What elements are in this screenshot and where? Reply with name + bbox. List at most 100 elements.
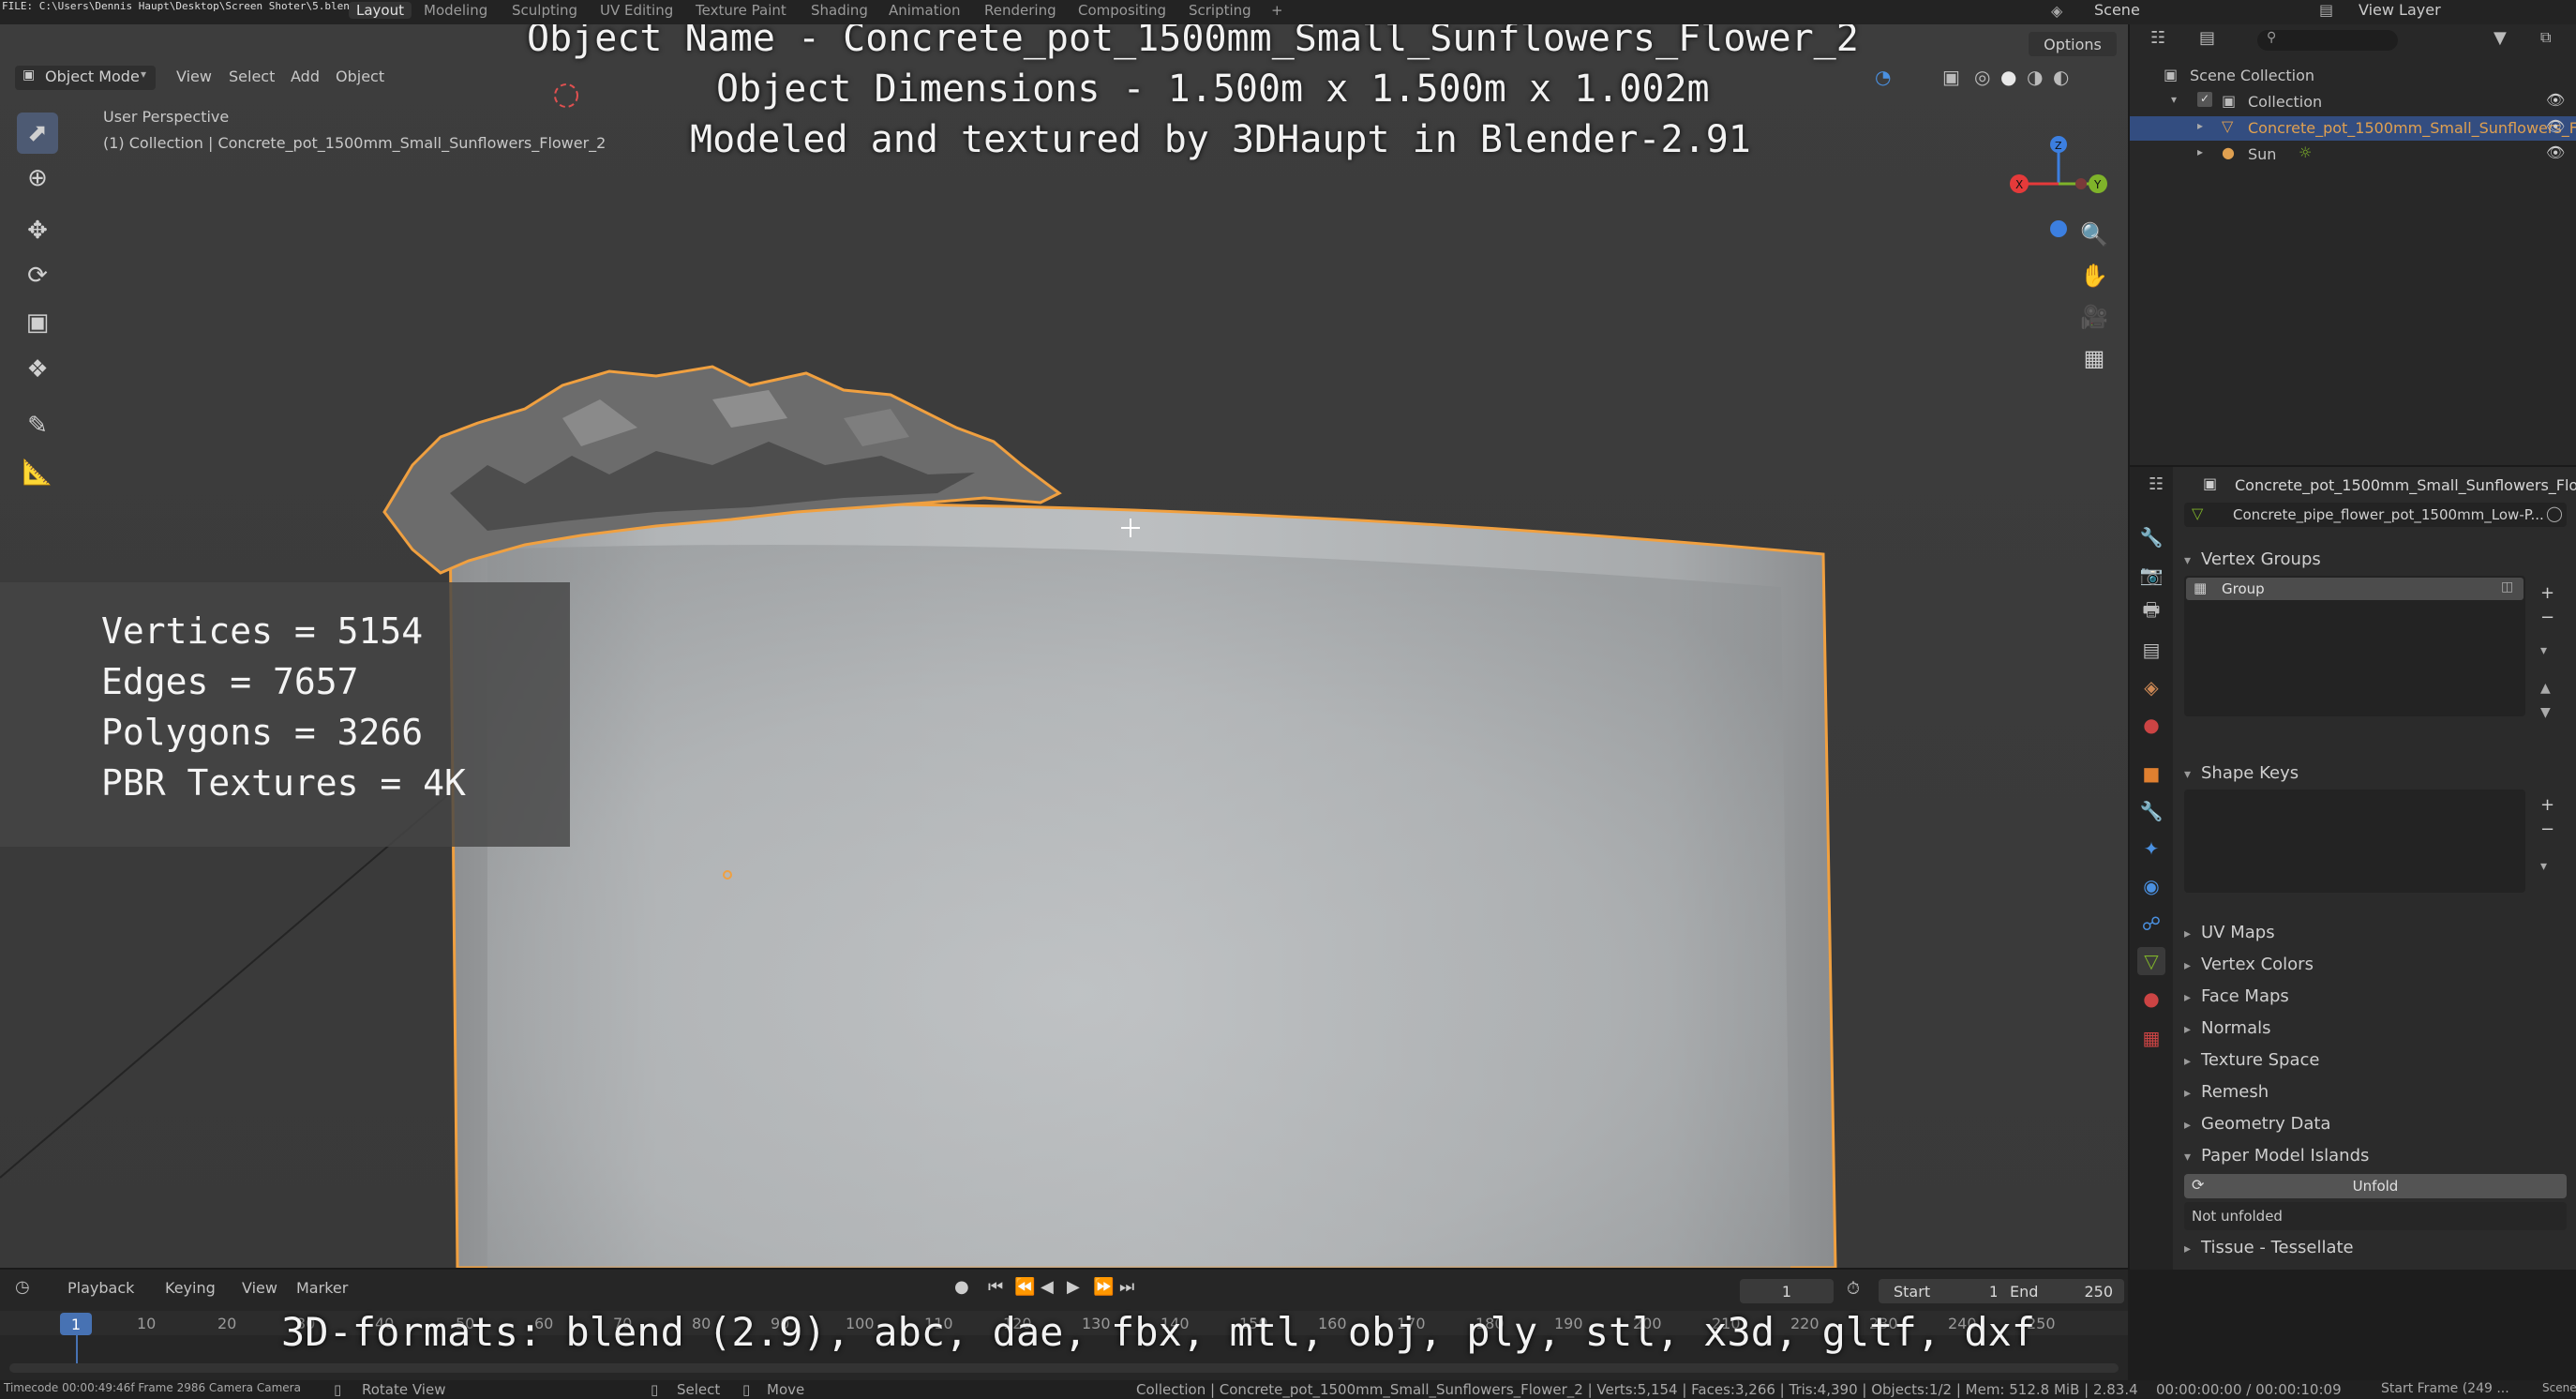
panel-normals[interactable]: ▸ Normals [2184,1018,2271,1038]
editor-type-icon[interactable]: ☷ [2149,474,2164,494]
outliner-row-concrete-pot[interactable]: ▸ ▽ Concrete_pot_1500mm_Small_Sunflowers… [2130,116,2576,141]
filter-icon[interactable]: ▼ [2494,28,2507,48]
playhead[interactable]: 1 [60,1313,92,1335]
expand-arrow-icon[interactable]: ▸ [2197,145,2203,158]
tab-texture-paint[interactable]: Texture Paint [696,2,786,19]
modifier-tab-icon[interactable]: 🔧 [2137,797,2165,825]
move-down-icon[interactable]: ▼ [2540,705,2551,720]
scale-tool-icon[interactable]: ▣ [17,302,58,343]
object-tab-icon[interactable]: ■ [2137,760,2165,788]
lock-icon[interactable]: ◫ [2501,579,2513,594]
mode-selector[interactable]: ▣ Object Mode ▾ [15,66,156,90]
ortho-grid-icon[interactable]: ▦ [2077,341,2111,375]
expand-arrow-icon[interactable]: ▸ [2197,119,2203,132]
timeline-scrollbar[interactable] [9,1363,2119,1373]
menu-view[interactable]: View [176,68,212,85]
menu-view[interactable]: View [242,1279,277,1297]
tool-tab-icon[interactable]: 🔧 [2137,523,2165,551]
select-box-tool-icon[interactable]: ⬈ [17,113,58,154]
zoom-icon[interactable]: 🔍 [2077,218,2111,251]
chevron-down-icon[interactable]: ▾ [2540,859,2547,874]
panel-uv-maps[interactable]: ▸ UV Maps [2184,923,2275,942]
shape-keys-list[interactable] [2184,790,2525,893]
jump-keyframe-back-icon[interactable]: ⏪ [1014,1277,1035,1297]
scene-label[interactable]: Scene [2094,1,2140,19]
eye-icon[interactable]: 👁 [2546,91,2565,109]
tab-scripting[interactable]: Scripting [1189,2,1251,19]
scene-tab-icon[interactable]: ◈ [2137,673,2165,701]
annotate-tool-icon[interactable]: ✎ [17,405,58,446]
tab-uv-editing[interactable]: UV Editing [600,2,673,19]
panel-paper-model-islands[interactable]: ▾ Paper Model Islands [2184,1146,2369,1166]
move-tool-icon[interactable]: ✥ [17,210,58,251]
physics-tab-icon[interactable]: ◉ [2137,872,2165,900]
panel-geometry-data[interactable]: ▸ Geometry Data [2184,1114,2330,1134]
view-layer-label[interactable]: View Layer [2359,1,2441,19]
3d-viewport[interactable]: ▣ Object Mode ▾ View Select Add Object U… [0,24,2128,1268]
view-layer-tab-icon[interactable]: ▤ [2137,636,2165,664]
panel-vertex-groups[interactable]: ▾ Vertex Groups [2184,549,2321,569]
outliner-row-scene-collection[interactable]: ▣ Scene Collection [2130,64,2576,88]
menu-select[interactable]: Select [229,68,275,85]
eye-icon[interactable]: 👁 [2546,143,2565,161]
editor-type-icon[interactable]: ☷ [2150,28,2165,48]
menu-marker[interactable]: Marker [296,1279,348,1297]
tab-compositing[interactable]: Compositing [1078,2,1166,19]
remove-shape-key-button[interactable]: − [2540,820,2554,839]
output-tab-icon[interactable]: 🖶 [2137,598,2165,626]
panel-vertex-colors[interactable]: ▸ Vertex Colors [2184,955,2314,974]
options-dropdown[interactable]: Options [2029,32,2117,56]
tab-layout[interactable]: Layout [349,2,412,19]
solid-shading-icon[interactable]: ● [2000,66,2016,88]
pan-hand-icon[interactable]: ✋ [2077,259,2111,293]
add-workspace-button[interactable]: + [1271,2,1283,19]
panel-tissue-tessellate[interactable]: ▸ Tissue - Tessellate [2184,1238,2354,1257]
panel-texture-space[interactable]: ▸ Texture Space [2184,1050,2319,1070]
measure-tool-icon[interactable]: 📐 [17,452,58,493]
menu-add[interactable]: Add [291,68,320,85]
eye-icon[interactable]: 👁 [2546,117,2565,135]
cursor-tool-icon[interactable]: ⊕ [17,158,58,199]
unfold-button[interactable]: ⟳ Unfold [2184,1174,2567,1198]
render-tab-icon[interactable]: 📷 [2137,561,2165,589]
tab-rendering[interactable]: Rendering [984,2,1056,19]
panel-remesh[interactable]: ▸ Remesh [2184,1082,2269,1102]
remove-vertex-group-button[interactable]: − [2540,608,2554,627]
current-frame-field[interactable]: 1 [1740,1279,1834,1303]
end-frame-field[interactable]: End 250 [1997,1279,2124,1303]
menu-object[interactable]: Object [336,68,384,85]
material-shading-icon[interactable]: ◑ [2027,66,2043,88]
add-shape-key-button[interactable]: + [2540,795,2554,815]
sun-data-icon[interactable]: ☼ [2299,143,2312,161]
fake-user-shield-icon[interactable]: ◯ [2546,504,2563,522]
new-collection-icon[interactable]: ⧉ [2540,28,2551,47]
add-vertex-group-button[interactable]: + [2540,583,2554,603]
material-tab-icon[interactable]: ● [2137,985,2165,1013]
rotate-tool-icon[interactable]: ⟳ [17,255,58,296]
panel-face-maps[interactable]: ▸ Face Maps [2184,986,2289,1006]
stopwatch-icon[interactable]: ⏱ [1847,1279,1860,1299]
tab-sculpting[interactable]: Sculpting [512,2,577,19]
expand-arrow-icon[interactable]: ▾ [2171,93,2177,106]
texture-tab-icon[interactable]: ▦ [2137,1024,2165,1052]
tab-shading[interactable]: Shading [811,2,868,19]
vertex-groups-list[interactable]: ▦ Group ◫ [2184,576,2525,716]
menu-keying[interactable]: Keying [165,1279,216,1297]
outliner-row-sun[interactable]: ▸ ● Sun ☼ 👁 [2130,143,2576,167]
world-tab-icon[interactable]: ● [2137,711,2165,739]
tab-animation[interactable]: Animation [889,2,960,19]
mesh-datablock-field[interactable]: ▽ Concrete_pipe_flower_pot_1500mm_Low-P.… [2184,503,2567,527]
jump-start-icon[interactable]: ⏮ [988,1277,1003,1297]
move-up-icon[interactable]: ▲ [2540,681,2551,696]
rendered-shading-icon[interactable]: ◐ [2053,66,2069,88]
jump-end-icon[interactable]: ⏭ [1119,1277,1134,1297]
overlays-icon[interactable]: ◔ [1875,66,1891,88]
mesh-data-tab-icon[interactable]: ▽ [2137,947,2165,975]
play-icon[interactable]: ▶ [1067,1277,1080,1297]
tab-modeling[interactable]: Modeling [424,2,487,19]
constraints-tab-icon[interactable]: ☍ [2137,910,2165,938]
outliner-row-collection[interactable]: ▾ ✓ ▣ Collection 👁 [2130,90,2576,114]
panel-shape-keys[interactable]: ▾ Shape Keys [2184,763,2299,783]
wireframe-shading-icon[interactable]: ◎ [1974,66,1990,88]
play-reverse-icon[interactable]: ◀ [1041,1277,1054,1297]
